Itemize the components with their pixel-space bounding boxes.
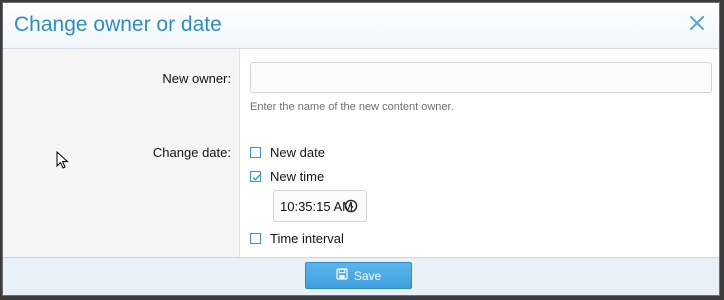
- mouse-cursor-icon: [56, 150, 70, 171]
- change-owner-dialog: Change owner or date New owner: Change d…: [2, 2, 720, 296]
- new-owner-hint: Enter the name of the new content owner.: [250, 101, 454, 113]
- close-icon[interactable]: [687, 13, 707, 33]
- save-button[interactable]: Save: [305, 262, 412, 289]
- time-value[interactable]: 10:35:15 AM: [280, 199, 353, 214]
- checkbox-checked-icon[interactable]: [250, 170, 261, 182]
- labels-column: New owner: Change date:: [3, 49, 240, 258]
- fields-column: Enter the name of the new content owner.…: [240, 49, 719, 258]
- new-owner-input[interactable]: [250, 62, 712, 93]
- clock-icon[interactable]: [344, 199, 358, 213]
- time-interval-label: Time interval: [270, 230, 344, 246]
- dialog-header: Change owner or date: [3, 3, 719, 49]
- new-owner-label: New owner:: [162, 71, 231, 86]
- save-label: Save: [353, 268, 382, 283]
- change-date-label: Change date:: [152, 145, 231, 160]
- new-time-checkbox[interactable]: New time: [250, 168, 324, 184]
- dialog-title: Change owner or date: [14, 13, 222, 36]
- time-interval-checkbox[interactable]: Time interval: [250, 230, 344, 246]
- new-time-label: New time: [270, 168, 325, 184]
- checkbox-unchecked-icon[interactable]: [250, 146, 261, 158]
- new-date-checkbox[interactable]: New date: [250, 144, 325, 160]
- checkbox-unchecked-icon[interactable]: [250, 232, 261, 244]
- dialog-footer: Save: [3, 257, 719, 295]
- time-input[interactable]: 10:35:15 AM: [273, 190, 367, 222]
- new-date-label: New date: [270, 144, 325, 160]
- save-icon: [336, 267, 348, 285]
